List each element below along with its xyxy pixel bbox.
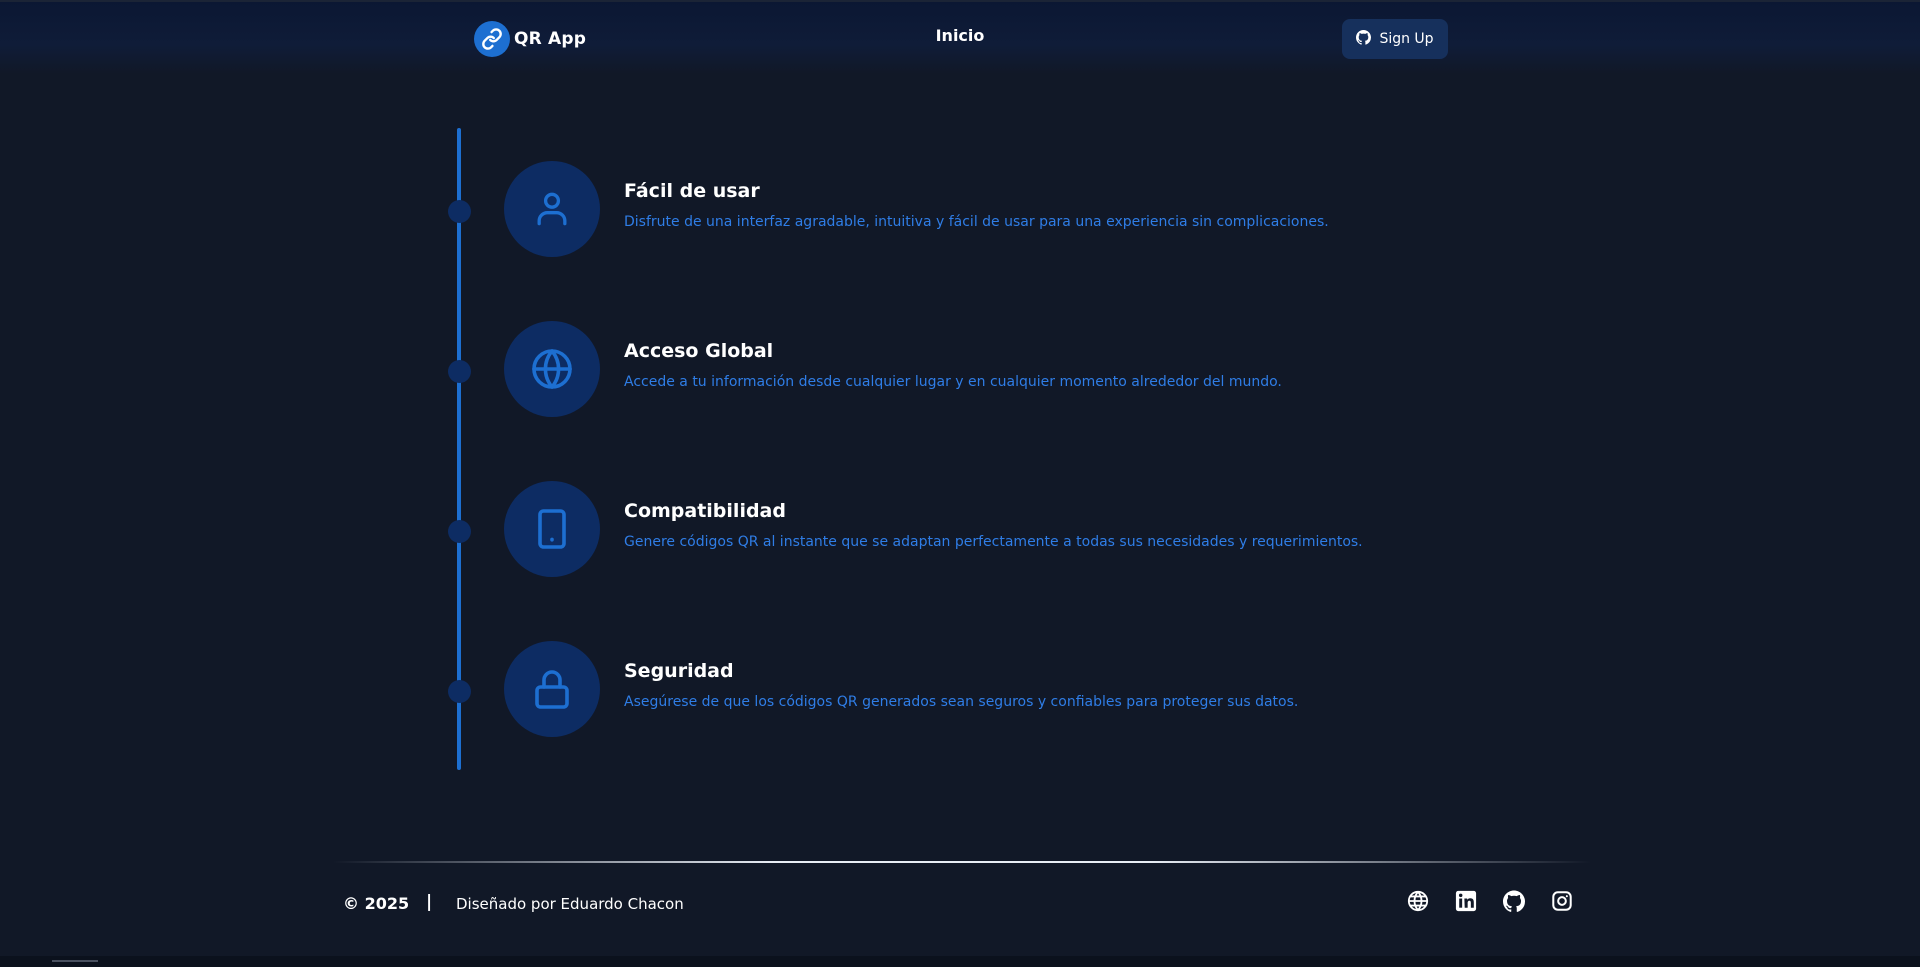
feature-description: Asegúrese de que los códigos QR generado… — [624, 694, 1299, 710]
globe-icon — [504, 321, 600, 417]
feature-title: Fácil de usar — [624, 180, 760, 202]
feature-item-global-access: Acceso Global Accede a tu información de… — [448, 321, 1348, 421]
brand[interactable]: QR App — [474, 21, 586, 57]
timeline-dot — [448, 360, 471, 383]
lock-icon — [504, 641, 600, 737]
footer-separator: | — [426, 892, 433, 912]
feature-description: Accede a tu información desde cualquier … — [624, 374, 1282, 390]
bottom-strip — [0, 956, 1920, 967]
social-links — [1407, 890, 1573, 912]
user-icon — [504, 161, 600, 257]
feature-item-security: Seguridad Asegúrese de que los códigos Q… — [448, 641, 1348, 741]
copyright: © 2025 — [343, 894, 410, 913]
link-icon — [474, 21, 510, 57]
feature-title: Compatibilidad — [624, 500, 786, 522]
signup-button[interactable]: Sign Up — [1342, 19, 1448, 59]
footer-divider — [333, 861, 1591, 863]
globe-icon[interactable] — [1407, 890, 1429, 912]
timeline-dot — [448, 200, 471, 223]
feature-item-compatibility: Compatibilidad Genere códigos QR al inst… — [448, 481, 1363, 581]
linkedin-icon[interactable] — [1455, 890, 1477, 912]
feature-description: Genere códigos QR al instante que se ada… — [624, 534, 1363, 550]
instagram-icon[interactable] — [1551, 890, 1573, 912]
feature-title: Seguridad — [624, 660, 734, 682]
brand-name: QR App — [514, 29, 587, 49]
github-icon — [1356, 29, 1372, 49]
feature-title: Acceso Global — [624, 340, 774, 362]
feature-item-easy-to-use: Fácil de usar Disfrute de una interfaz a… — [448, 161, 1348, 261]
top-navbar: QR App Inicio Sign Up — [0, 0, 1920, 74]
designer-credit: Diseñado por Eduardo Chacon — [456, 895, 684, 913]
feature-description: Disfrute de una interfaz agradable, intu… — [624, 214, 1329, 230]
timeline-dot — [448, 680, 471, 703]
tablet-icon — [504, 481, 600, 577]
scroll-indicator — [52, 960, 98, 962]
nav-link-home[interactable]: Inicio — [900, 26, 1020, 45]
timeline-dot — [448, 520, 471, 543]
signup-label: Sign Up — [1379, 31, 1434, 47]
github-icon[interactable] — [1503, 890, 1525, 912]
